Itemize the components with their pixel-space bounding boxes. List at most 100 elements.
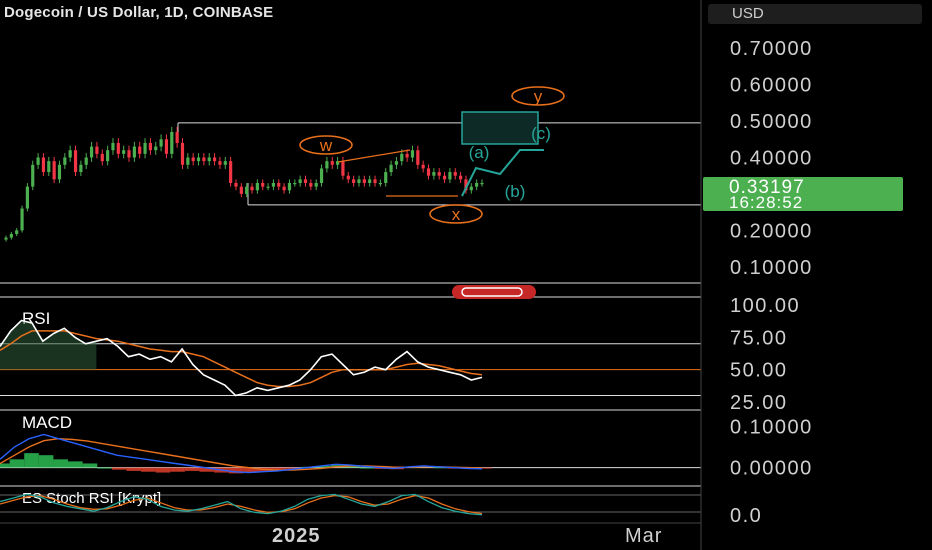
- candle: [175, 132, 179, 143]
- macd-histogram-bar: [24, 453, 39, 468]
- stoch-rsi-pane: ES Stoch RSI [Krypt]: [0, 490, 701, 516]
- candle: [362, 179, 366, 183]
- macd-histogram-bar: [111, 467, 127, 470]
- candle: [346, 175, 350, 180]
- candle: [52, 161, 56, 180]
- candle: [400, 153, 404, 162]
- chart-title: Dogecoin / US Dollar, 1D, COINBASE: [4, 4, 274, 21]
- macd-histogram-bar: [141, 467, 156, 472]
- candle: [459, 175, 463, 180]
- candle: [138, 146, 142, 154]
- candle: [57, 164, 62, 180]
- candle: [95, 146, 99, 154]
- candle: [319, 168, 324, 183]
- candle: [186, 157, 190, 165]
- stoch-tick-label: 0.0: [730, 505, 762, 527]
- macd-histogram-bar: [155, 467, 171, 473]
- candle: [416, 150, 420, 165]
- candle: [9, 234, 13, 238]
- rsi-tick-label: 75.00: [730, 327, 788, 349]
- price-tick-label: 0.70000: [730, 38, 813, 60]
- wave-label-x: x: [452, 205, 461, 224]
- price-tick-label: 0.50000: [730, 111, 813, 133]
- candle: [341, 161, 345, 176]
- time-tick-label: 2025: [272, 525, 321, 547]
- candle: [303, 179, 308, 183]
- candle: [106, 150, 110, 162]
- candle: [352, 179, 356, 183]
- candle: [309, 183, 313, 187]
- candle: [277, 183, 281, 187]
- candle: [384, 172, 388, 183]
- price-tick-label: 0.10000: [730, 257, 813, 279]
- candle: [223, 161, 227, 165]
- macd-histogram-bar: [53, 459, 69, 468]
- wave-label-w: w: [319, 136, 333, 155]
- price-tick-label: 0.20000: [730, 220, 813, 242]
- macd-pane: MACD: [0, 413, 701, 487]
- candle: [442, 175, 447, 180]
- candle: [164, 139, 169, 154]
- flag-icon-body: [452, 285, 536, 299]
- macd-histogram-bar: [9, 459, 25, 468]
- candle: [448, 172, 452, 180]
- candle: [357, 179, 361, 183]
- candle: [255, 183, 259, 191]
- candle: [475, 183, 479, 187]
- candle: [170, 132, 174, 154]
- price-pane: [0, 122, 701, 299]
- candle: [410, 150, 415, 158]
- candle: [89, 146, 94, 158]
- candle: [47, 161, 51, 173]
- candle: [4, 237, 8, 240]
- time-axis: 2025 Mar: [0, 522, 701, 547]
- wave-label-y: y: [534, 87, 543, 106]
- wave-label-a: (a): [469, 143, 490, 162]
- candle: [116, 142, 120, 154]
- candle: [63, 157, 67, 165]
- candle: [293, 183, 297, 185]
- candle: [132, 146, 136, 158]
- wave-label-b: (b): [505, 182, 526, 201]
- elliott-wave-annotations: w x y (a) (b) (c): [299, 86, 565, 224]
- candle: [229, 161, 233, 183]
- candle: [437, 172, 441, 176]
- candle: [239, 186, 243, 194]
- candle: [218, 161, 222, 165]
- candle: [127, 150, 131, 158]
- candle: [389, 164, 393, 173]
- candle: [15, 230, 19, 234]
- candle: [148, 142, 153, 151]
- trading-chart[interactable]: RSI MACD ES Stoch RSI [Krypt] 0.70000 0.6…: [0, 0, 932, 550]
- candle: [73, 150, 78, 173]
- candle-countdown: 16:28:52: [729, 193, 804, 212]
- candle: [36, 157, 40, 165]
- candle: [143, 142, 147, 154]
- currency-selector[interactable]: USD: [708, 4, 922, 24]
- candle: [314, 183, 318, 187]
- candle: [368, 179, 372, 183]
- candle: [20, 208, 24, 231]
- candle: [202, 157, 206, 162]
- candle: [432, 172, 436, 176]
- candle: [234, 183, 238, 187]
- rsi-pane: RSI: [0, 309, 701, 411]
- wave-label-c: (c): [531, 124, 551, 143]
- macd-histogram-bar: [126, 467, 142, 471]
- candle: [31, 164, 35, 187]
- rsi-tick-label: 50.00: [730, 360, 788, 382]
- candle: [196, 157, 201, 162]
- candle: [68, 150, 72, 158]
- macd-histogram-bar: [82, 463, 98, 468]
- candle: [212, 157, 217, 162]
- candle: [84, 157, 88, 165]
- macd-title: MACD: [22, 413, 72, 432]
- macd-histogram-bar: [0, 463, 10, 468]
- rsi-tick-label: 25.00: [730, 392, 788, 414]
- macd-histogram-bar: [170, 467, 185, 472]
- target-zone-box: [461, 111, 539, 145]
- candle: [79, 164, 83, 173]
- flag-icon: [452, 285, 536, 299]
- candle: [298, 179, 302, 183]
- last-price-badge: 0.33197 16:28:52: [703, 177, 903, 212]
